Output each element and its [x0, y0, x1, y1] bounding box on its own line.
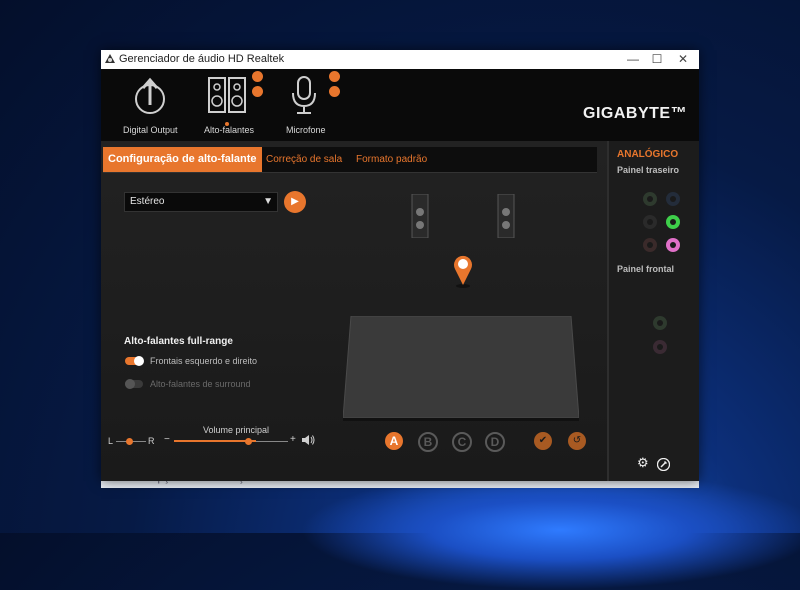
jack-center [657, 344, 663, 350]
front-full-range-toggle[interactable] [125, 356, 144, 366]
speaker-front-right[interactable] [495, 194, 517, 238]
minimize-button[interactable]: — [621, 51, 645, 68]
main-volume-label: Volume principal [203, 425, 270, 435]
tab-speaker-configuration[interactable]: Configuração de alto-falante [103, 147, 262, 172]
undo-icon: ↺ [572, 435, 582, 446]
balance-left-label: L [108, 436, 114, 446]
play-icon: ▶ [291, 196, 299, 207]
speakers-status-badge-2 [252, 86, 263, 97]
window-title: Gerenciador de áudio HD Realtek [119, 53, 285, 65]
tab-bar: Configuração de alto-falante Correção de… [103, 147, 597, 173]
speakers-icon [208, 77, 246, 113]
gigabyte-logo: GIGABYTE™ [583, 105, 688, 122]
jack-center [670, 196, 676, 202]
speaker-config-select[interactable]: Estéreo ▼ [124, 192, 278, 212]
jack-center [647, 242, 653, 248]
full-range-title: Alto-falantes full-range [124, 336, 233, 347]
volume-slider-thumb[interactable] [245, 438, 252, 445]
microphone-status-badge-2 [329, 86, 340, 97]
analog-title: ANALÓGICO [617, 149, 679, 160]
preset-d-button[interactable]: D [485, 432, 505, 452]
rear-jack-2[interactable] [666, 192, 680, 206]
volume-decrease-button[interactable]: − [164, 434, 170, 445]
chevron-down-icon: ▼ [263, 196, 273, 207]
rear-panel-label: Painel traseiro [617, 165, 680, 175]
rear-jack-green-active[interactable] [666, 215, 680, 229]
tab-room-correction[interactable]: Correção de sala [266, 147, 342, 172]
device-label-microphone: Microfone [286, 125, 326, 135]
speaker-volume-icon[interactable] [301, 434, 315, 446]
maximize-button[interactable]: ☐ [645, 51, 669, 68]
toggle-knob [134, 356, 144, 366]
checkmark-icon: ✔ [538, 435, 548, 446]
jack-center [647, 219, 653, 225]
balance-right-label: R [148, 436, 155, 446]
jack-center [670, 219, 676, 225]
listener-position-pin-icon[interactable] [452, 253, 474, 289]
rear-jack-1[interactable] [643, 192, 657, 206]
wallpaper-bloom [300, 470, 800, 590]
volume-slider-fill [174, 440, 256, 442]
front-full-range-label: Frontais esquerdo e direito [150, 356, 258, 366]
wrench-icon[interactable] [657, 458, 670, 471]
preset-a-button[interactable]: A [385, 432, 403, 450]
device-header: Digital Output Alto-falantes Microfone G… [101, 69, 699, 141]
speakers-status-badge [252, 71, 263, 82]
reset-preset-button[interactable]: ↺ [568, 432, 586, 450]
jack-center [670, 242, 676, 248]
front-jack-mic[interactable] [653, 340, 667, 354]
microphone-icon [292, 76, 316, 114]
realtek-app-icon [105, 54, 115, 63]
digital-output-icon [135, 77, 165, 114]
save-preset-button[interactable]: ✔ [534, 432, 552, 450]
front-panel-label: Painel frontal [617, 264, 675, 274]
tab-default-format[interactable]: Formato padrão [356, 147, 427, 172]
microphone-status-badge [329, 71, 340, 82]
gear-icon[interactable]: ⚙ [637, 455, 649, 471]
active-device-indicator [225, 122, 229, 126]
toggle-knob [125, 379, 135, 389]
realtek-window: Gerenciador de áudio HD Realtek — ☐ ✕ Di… [101, 50, 699, 481]
title-bar: Gerenciador de áudio HD Realtek — ☐ ✕ [101, 50, 699, 69]
speaker-front-left[interactable] [409, 194, 431, 238]
surround-full-range-toggle[interactable] [125, 379, 143, 389]
speaker-stage [343, 316, 579, 421]
surround-full-range-label: Alto-falantes de surround [150, 379, 251, 389]
jack-center [657, 320, 663, 326]
device-label-speakers: Alto-falantes [204, 125, 255, 135]
speaker-config-value: Estéreo [130, 196, 165, 207]
rear-jack-pink-active[interactable] [666, 238, 680, 252]
front-jack-headphone[interactable] [653, 316, 667, 330]
balance-slider-thumb[interactable] [126, 438, 133, 445]
play-test-button[interactable]: ▶ [284, 191, 306, 213]
jack-center [647, 196, 653, 202]
device-label-digital-output: Digital Output [123, 125, 178, 135]
rear-jack-5[interactable] [643, 238, 657, 252]
preset-b-button[interactable]: B [418, 432, 438, 452]
rear-jack-3[interactable] [643, 215, 657, 229]
preset-c-button[interactable]: C [452, 432, 472, 452]
close-button[interactable]: ✕ [671, 51, 695, 68]
volume-increase-button[interactable]: + [290, 434, 296, 445]
